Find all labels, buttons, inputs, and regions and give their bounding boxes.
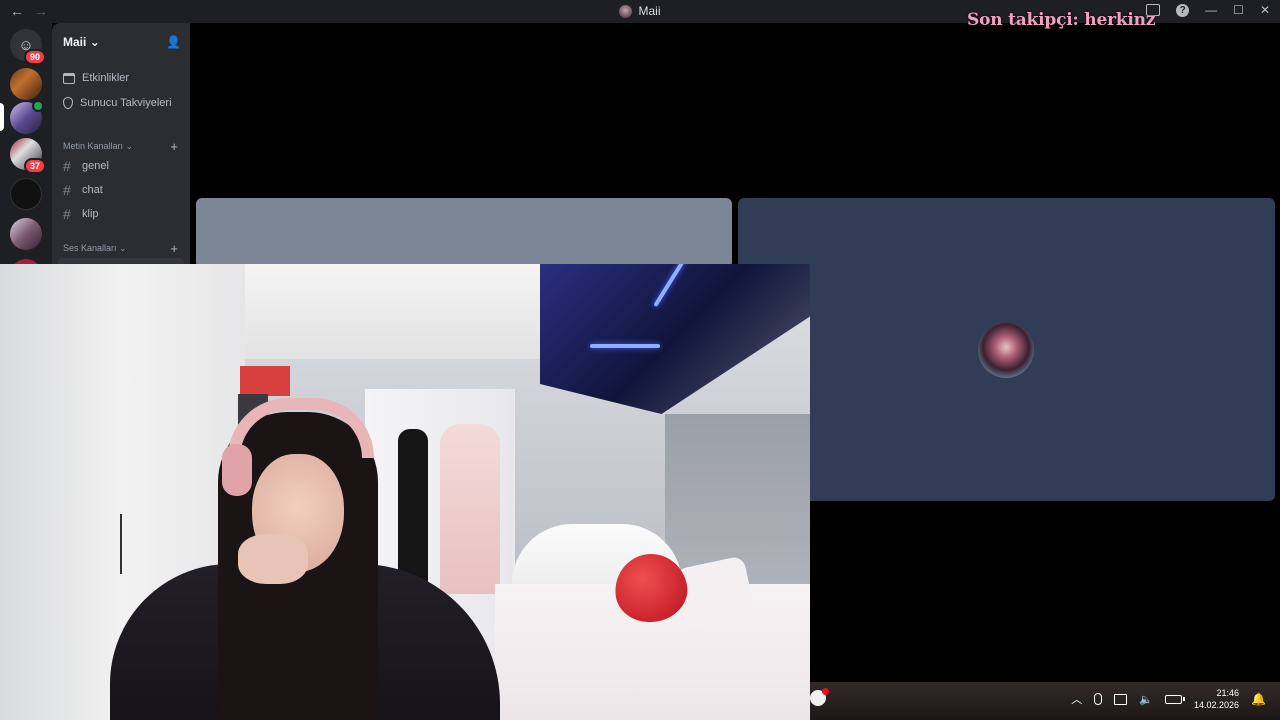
video-tile[interactable]: [196, 198, 732, 268]
window-controls: ? — ☐ ✕: [1146, 3, 1270, 17]
person-hand: [238, 534, 308, 584]
category-text-channels[interactable]: Metin Kanalları ⌄ +: [63, 139, 178, 154]
live-badge: [32, 100, 44, 112]
maximize-button[interactable]: ☐: [1233, 3, 1244, 17]
add-channel-icon[interactable]: +: [170, 139, 178, 154]
chevron-down-icon: ⌄: [119, 243, 127, 253]
events-item[interactable]: Etkinlikler: [63, 72, 129, 84]
obs-app-icon[interactable]: [810, 688, 829, 706]
chevron-down-icon: ⌄: [89, 35, 100, 49]
hanging-robe: [440, 424, 500, 594]
video-tile[interactable]: [738, 198, 1275, 501]
chevron-down-icon: ⌄: [125, 141, 134, 151]
microphone-icon[interactable]: [1094, 693, 1103, 705]
channel-sidebar: Maii ⌄ 👤 Etkinlikler Sunucu Takviyeleri …: [52, 23, 190, 268]
chevron-up-icon[interactable]: ︿: [1071, 691, 1082, 707]
clock[interactable]: 21:46 14.02.2026: [1194, 687, 1239, 711]
volume-icon[interactable]: 🔈: [1139, 693, 1153, 706]
direct-messages-button[interactable]: ☺ 90: [10, 29, 46, 65]
boost-icon: [63, 97, 73, 109]
battery-icon[interactable]: [1165, 694, 1185, 704]
clock-time: 21:46: [1216, 688, 1240, 698]
server-icon[interactable]: [10, 178, 42, 210]
ceiling-recess: [540, 264, 810, 414]
window-title-text: Maii: [638, 4, 661, 18]
notifications-icon[interactable]: 🔔: [1251, 692, 1266, 706]
hash-icon: #: [63, 182, 71, 198]
red-box: [240, 366, 290, 396]
hash-icon: #: [63, 206, 71, 222]
taskbar: ︿ 🔈 21:46 14.02.2026 🔔: [810, 682, 1280, 720]
hash-icon: #: [63, 158, 71, 174]
calendar-icon: [63, 72, 75, 84]
minimize-button[interactable]: —: [1205, 3, 1217, 17]
screen: ← → Maii ? — ☐ ✕ ☺ 90 37 Maii ⌄ 👤 Etkinl…: [0, 0, 1280, 720]
add-channel-icon[interactable]: +: [170, 241, 178, 256]
headphone-earcup: [222, 444, 252, 496]
server-icon[interactable]: 37: [10, 138, 46, 174]
wardrobe-handle: [120, 514, 122, 574]
hanging-coat: [398, 429, 428, 589]
active-server-pill: [0, 103, 4, 131]
led-strip: [590, 344, 660, 348]
invite-people-icon[interactable]: 👤: [166, 35, 181, 49]
latest-follower-overlay: Son takipçi: herkinz: [967, 10, 1156, 30]
server-icon[interactable]: [10, 100, 44, 134]
help-icon[interactable]: ?: [1176, 3, 1190, 17]
system-tray: ︿ 🔈 21:46 14.02.2026 🔔: [1071, 687, 1266, 711]
channel-genel[interactable]: # genel: [63, 158, 109, 174]
recording-dot: [822, 688, 829, 695]
server-icon[interactable]: [10, 218, 42, 250]
channel-klip[interactable]: # klip: [63, 206, 99, 222]
close-button[interactable]: ✕: [1260, 3, 1270, 17]
category-voice-channels[interactable]: Ses Kanalları ⌄ +: [63, 241, 178, 256]
webcam-feed: [0, 264, 810, 720]
clock-date: 14.02.2026: [1194, 700, 1240, 710]
channel-chat[interactable]: # chat: [63, 182, 103, 198]
participant-avatar: [978, 322, 1034, 378]
guild-name-button[interactable]: Maii ⌄: [63, 35, 100, 49]
server-icon[interactable]: [10, 68, 42, 100]
server-avatar-icon: [619, 4, 633, 18]
unread-badge: 37: [23, 158, 46, 174]
server-boosts-item[interactable]: Sunucu Takviyeleri: [63, 97, 172, 109]
unread-badge: 90: [23, 49, 46, 65]
network-icon[interactable]: [1114, 693, 1128, 705]
